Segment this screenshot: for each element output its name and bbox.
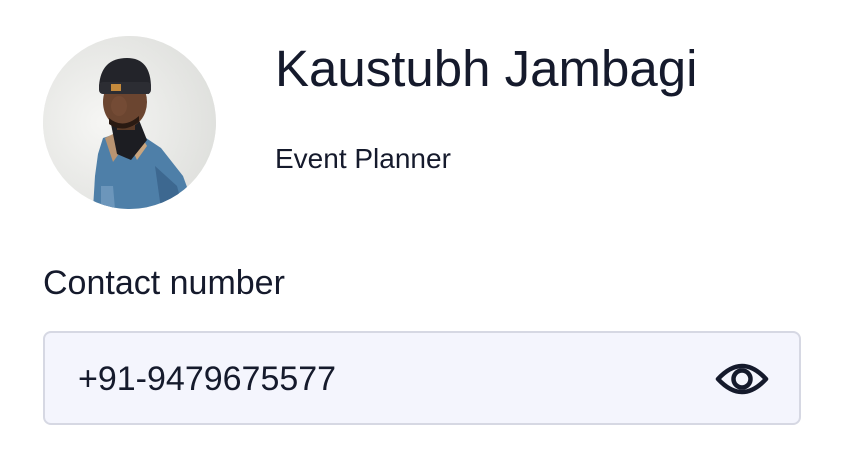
contact-number-value[interactable]: +91-9479675577	[78, 357, 336, 401]
profile-role: Event Planner	[275, 143, 451, 174]
contact-number-label: Contact number	[43, 264, 285, 302]
profile-name: Kaustubh Jambagi	[275, 40, 698, 97]
profile-card: Kaustubh Jambagi Event Planner Contact n…	[0, 0, 845, 454]
contact-number-field[interactable]: +91-9479675577	[43, 331, 801, 425]
avatar-photo	[43, 36, 216, 209]
eye-icon[interactable]	[715, 357, 769, 401]
avatar	[43, 36, 216, 209]
